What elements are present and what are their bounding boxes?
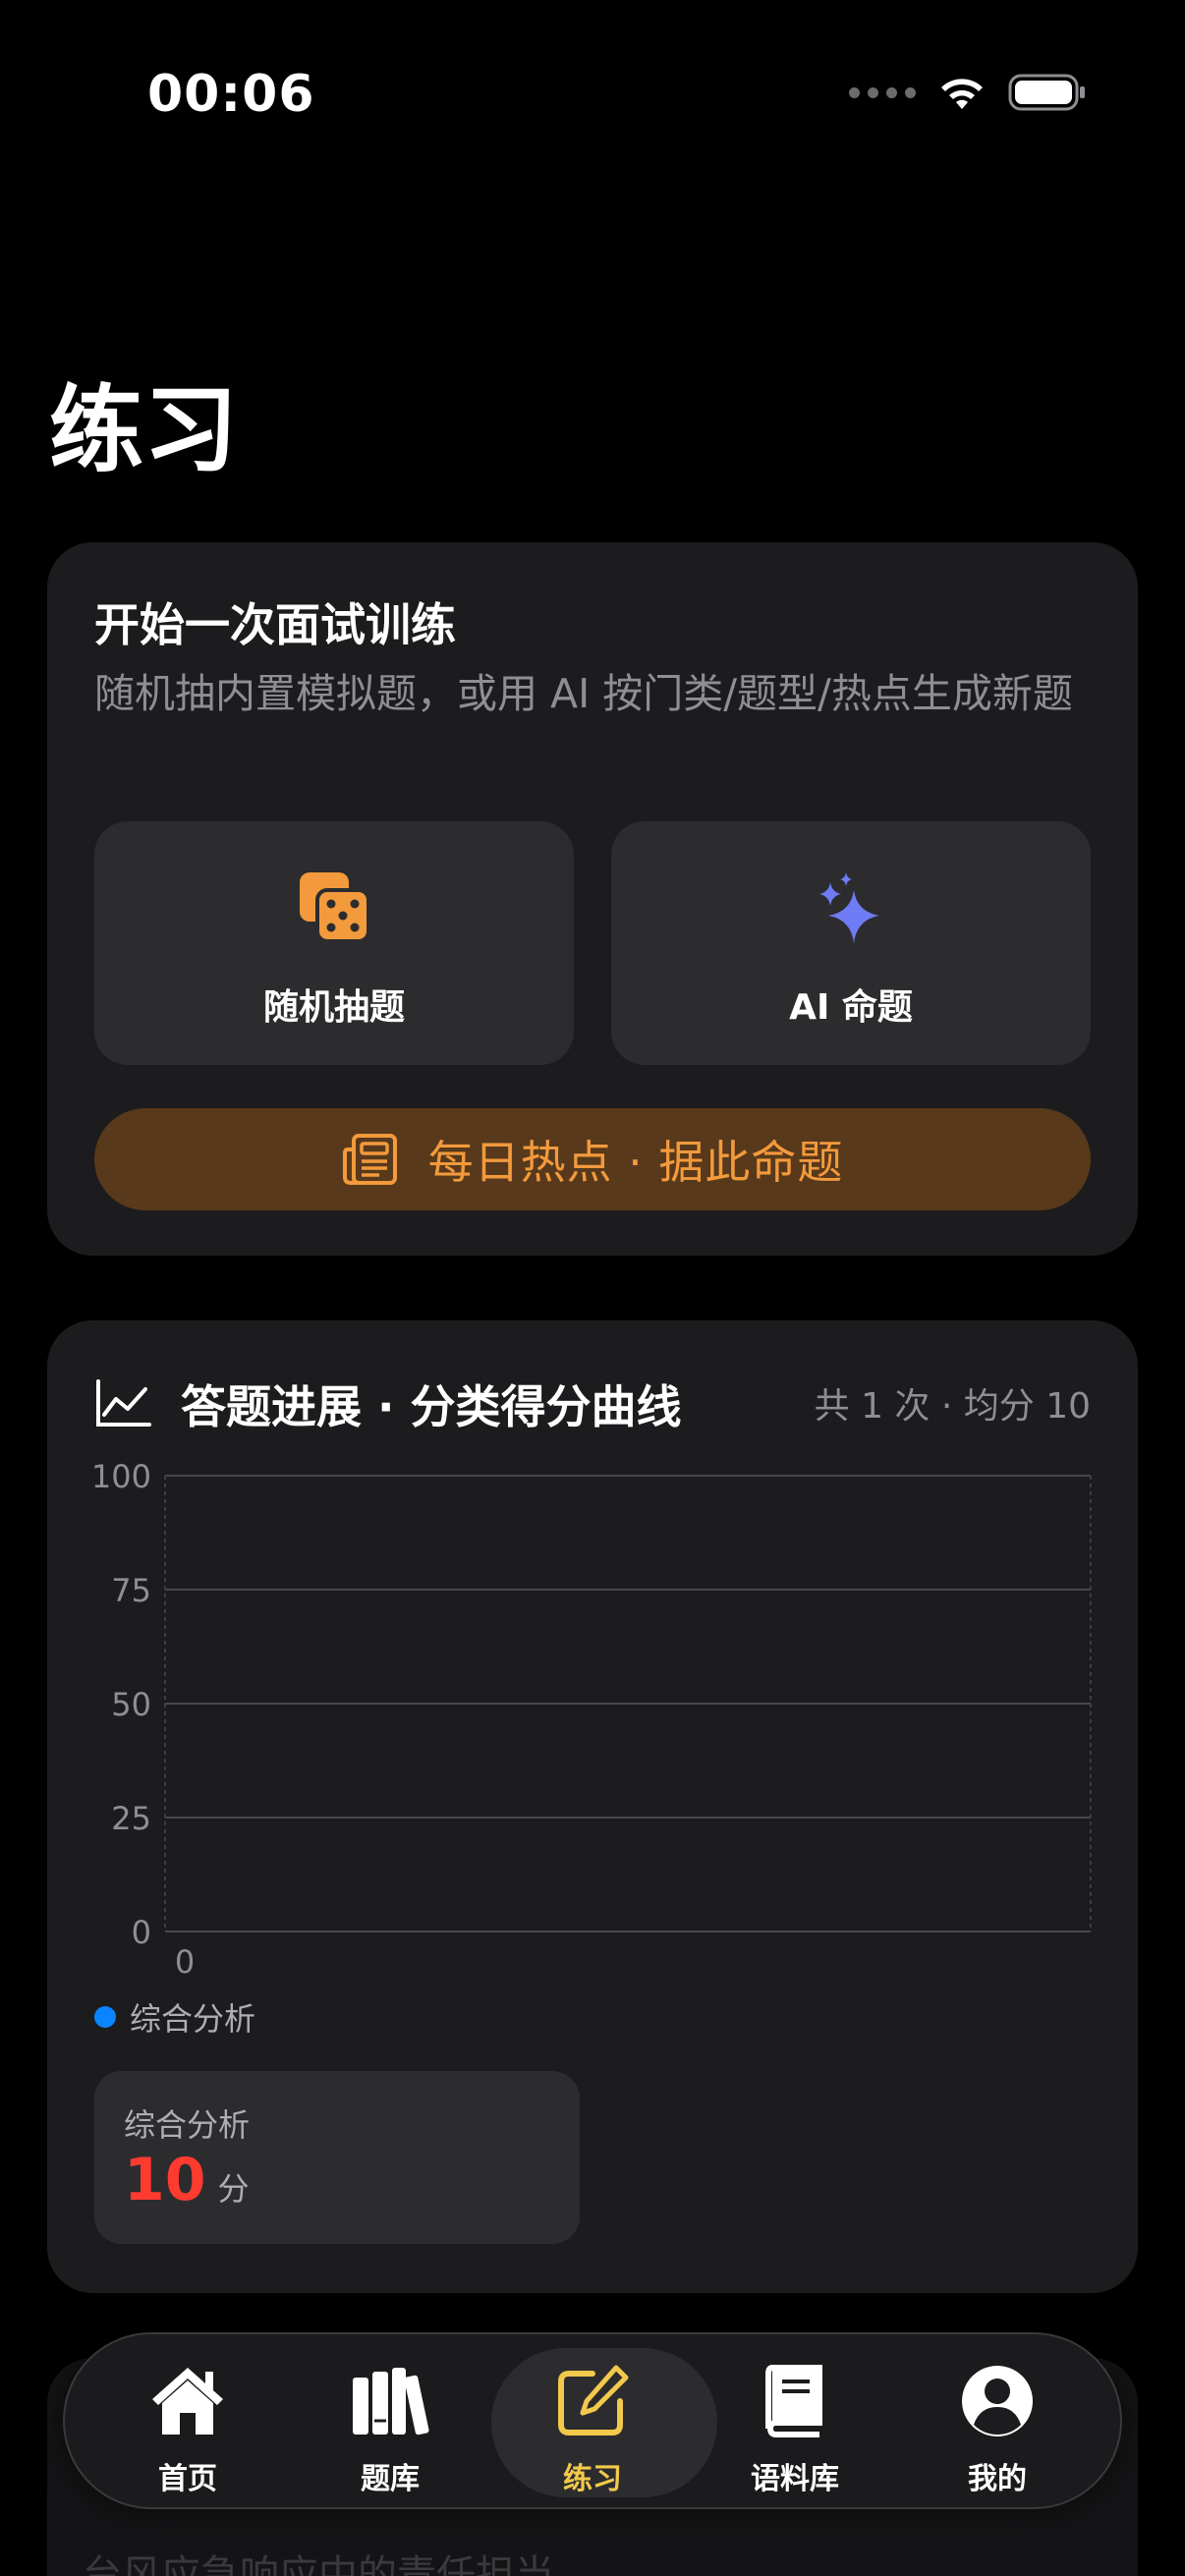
tab-label-question-bank: 题库 [361,2462,420,2496]
x-tick-label: 0 [175,1943,195,1981]
tab-label-practice: 练习 [563,2462,622,2496]
house-icon [152,2368,223,2435]
progress-card: 答题进展 · 分类得分曲线 共 1 次 · 均分 10 0 25 50 75 100 0 … [47,1320,1138,2293]
y-tick-label: 25 [111,1800,151,1837]
score-unit: 分 [217,2170,250,2208]
legend-swatch [94,2006,116,2028]
score-number: 10 [124,2146,206,2214]
tab-label-home: 首页 [158,2462,217,2496]
random-question-label: 随机抽题 [262,987,405,1028]
wifi-icon [941,79,983,109]
score-category: 综合分析 [124,2106,251,2144]
tab-label-profile: 我的 [968,2462,1027,2496]
pencil-square-icon [558,2365,629,2436]
newspaper-icon [342,1134,397,1185]
sparkles-icon [819,872,879,943]
battery-icon [1008,74,1085,111]
score-chart: 0 25 50 75 100 0 [91,1458,1092,1981]
legend-label: 综合分析 [130,2000,256,2038]
tab-question-bank[interactable]: 题库 [289,2334,491,2511]
tab-label-corpus: 语料库 [751,2462,839,2496]
ai-question-button[interactable]: AI 命题 [611,821,1091,1065]
tab-bar: 首页 题库 练习 语料库 我的 [63,2332,1122,2509]
score-value-row: 10 分 [124,2146,250,2214]
tab-home[interactable]: 首页 [86,2334,289,2511]
status-indicators [849,73,1087,112]
y-tick-label: 0 [132,1914,151,1951]
next-card-title: 台风应急响应中的责任担当 [83,2552,554,2576]
y-tick-label: 50 [111,1686,151,1723]
training-subtitle: 随机抽内置模拟题，或用 AI 按门类/题型/热点生成新题 [94,670,1073,717]
tab-practice[interactable]: 练习 [491,2334,717,2511]
books-icon [353,2368,429,2436]
tab-corpus[interactable]: 语料库 [694,2334,896,2511]
y-tick-label: 75 [111,1572,151,1609]
daily-hotspot-label: 每日热点 · 据此命题 [427,1136,844,1189]
person-circle-icon [962,2366,1033,2436]
chart-legend: 综合分析 [94,1994,255,2040]
status-bar: 00:06 [0,0,1185,187]
tab-profile[interactable]: 我的 [896,2334,1099,2511]
random-question-button[interactable]: 随机抽题 [94,821,574,1065]
training-card: 开始一次面试训练 随机抽内置模拟题，或用 AI 按门类/题型/热点生成新题 随机… [47,542,1138,1256]
ai-question-label: AI 命题 [789,987,913,1028]
daily-hotspot-button[interactable]: 每日热点 · 据此命题 [94,1108,1091,1210]
book-icon [765,2365,822,2437]
cellular-dots-icon [849,86,916,98]
page-title: 练习 [49,375,238,485]
training-title: 开始一次面试训练 [94,598,456,651]
category-score-card[interactable]: 综合分析 10 分 [94,2071,580,2244]
dice-icon [300,872,370,943]
status-time: 00:06 [147,65,315,124]
y-tick-label: 100 [91,1458,151,1495]
